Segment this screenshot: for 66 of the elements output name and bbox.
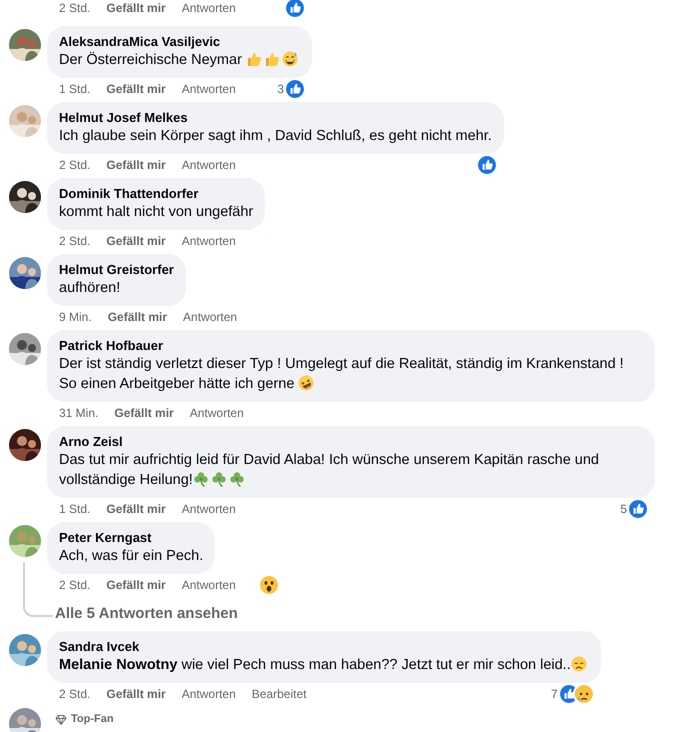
comment-time[interactable]: 1 Std. xyxy=(59,80,90,98)
comment-text: Der ist ständig verletzt dieser Typ ! Umgelegt auf die Realität, ständig im Krankenstand ! So einen Arbeitgeber hätte ich gerne xyxy=(59,356,624,392)
reaction-count[interactable]: 5 xyxy=(620,500,627,518)
comment-text: Ich glaube sein Körper sagt ihm , David Schluß, es geht nicht mehr. xyxy=(59,128,492,144)
reply-link[interactable]: Antworten xyxy=(182,80,236,98)
author-name[interactable]: Arno Zeisl xyxy=(59,434,643,450)
like-link[interactable]: Gefällt mir xyxy=(106,232,166,250)
author-name[interactable]: Helmut Josef Melkes xyxy=(59,110,492,126)
grinning-sweat-icon xyxy=(282,51,298,67)
author-name[interactable]: Helmut Greistorfer xyxy=(59,262,174,278)
author-name[interactable]: Sandra Ivcek xyxy=(59,638,589,654)
reply-link[interactable]: Antworten xyxy=(182,156,236,174)
comment-time[interactable]: 9 Min. xyxy=(59,308,92,326)
like-icon xyxy=(286,80,304,98)
like-icon xyxy=(629,500,647,518)
diamond-icon xyxy=(55,714,67,726)
reply-link[interactable]: Antworten xyxy=(182,576,236,594)
comment-text: Der Österreichische Neymar xyxy=(59,52,300,68)
surprised-face-icon xyxy=(260,576,278,594)
view-replies-link[interactable]: Alle 5 Antworten ansehen xyxy=(9,603,668,626)
thread-line xyxy=(23,562,53,616)
edited-label: Bearbeitet xyxy=(252,686,306,702)
reply-link[interactable]: Antworten xyxy=(190,404,244,422)
like-link[interactable]: Gefällt mir xyxy=(106,0,166,17)
author-name[interactable]: AleksandraMica Vasiljevic xyxy=(59,34,300,50)
author-name[interactable]: Patrick Hofbauer xyxy=(59,338,643,354)
comment-time[interactable]: 1 Std. xyxy=(59,500,90,518)
like-link[interactable]: Gefällt mir xyxy=(106,80,166,98)
comment-time[interactable]: 2 Std. xyxy=(59,232,90,250)
like-link[interactable]: Gefällt mir xyxy=(108,308,168,326)
like-link[interactable]: Gefällt mir xyxy=(106,156,166,174)
thumbs-up-icon xyxy=(246,51,262,67)
thumbs-up-icon xyxy=(264,51,280,67)
reply-link[interactable]: Antworten xyxy=(182,232,236,250)
laughing-face-icon xyxy=(298,375,314,391)
reply-link[interactable]: Antworten xyxy=(182,0,236,17)
crying-face-icon xyxy=(574,684,593,702)
top-fan-label: Top-Fan xyxy=(71,712,114,728)
reply-link[interactable]: Antworten xyxy=(183,308,238,326)
comment-time[interactable]: 2 Std. xyxy=(59,156,90,174)
reaction-count[interactable]: 7 xyxy=(551,684,558,702)
author-name[interactable]: Peter Kerngast xyxy=(59,530,204,546)
like-link[interactable]: Gefällt mir xyxy=(114,404,174,422)
comment-time[interactable]: 31 Min. xyxy=(59,404,98,422)
comment-time[interactable]: 2 Std. xyxy=(59,0,90,17)
comment-text: Ach, was für ein Pech. xyxy=(59,548,204,564)
like-icon xyxy=(286,0,304,17)
like-icon xyxy=(478,156,496,174)
sad-face-icon xyxy=(570,656,587,672)
reply-link[interactable]: Antworten xyxy=(182,500,236,518)
comment-text: Melanie Nowotny wie viel Pech muss man haben?? Jetzt tut er mir schon leid.. xyxy=(59,656,589,672)
comment-time[interactable]: 2 Std. xyxy=(59,576,90,594)
clover-icon xyxy=(228,471,245,487)
comment-text: aufhören! xyxy=(59,280,120,296)
clover-icon xyxy=(210,471,227,487)
like-icon xyxy=(560,684,578,702)
reply-link[interactable]: Antworten xyxy=(182,684,236,702)
comment-text: kommt halt nicht von ungefähr xyxy=(59,204,254,220)
like-link[interactable]: Gefällt mir xyxy=(106,500,166,518)
author-name[interactable]: Dominik Thattendorfer xyxy=(59,186,254,202)
like-link[interactable]: Gefällt mir xyxy=(106,684,166,702)
clover-icon xyxy=(192,471,209,487)
reaction-count[interactable]: 3 xyxy=(277,80,284,98)
comment-time[interactable]: 2 Std. xyxy=(59,684,90,702)
comment-text: Das tut mir aufrichtig leid für David Alaba! Ich wünsche unserem Kapitän rasche und vollständige Heilung! xyxy=(59,452,599,488)
like-link[interactable]: Gefällt mir xyxy=(106,576,166,594)
